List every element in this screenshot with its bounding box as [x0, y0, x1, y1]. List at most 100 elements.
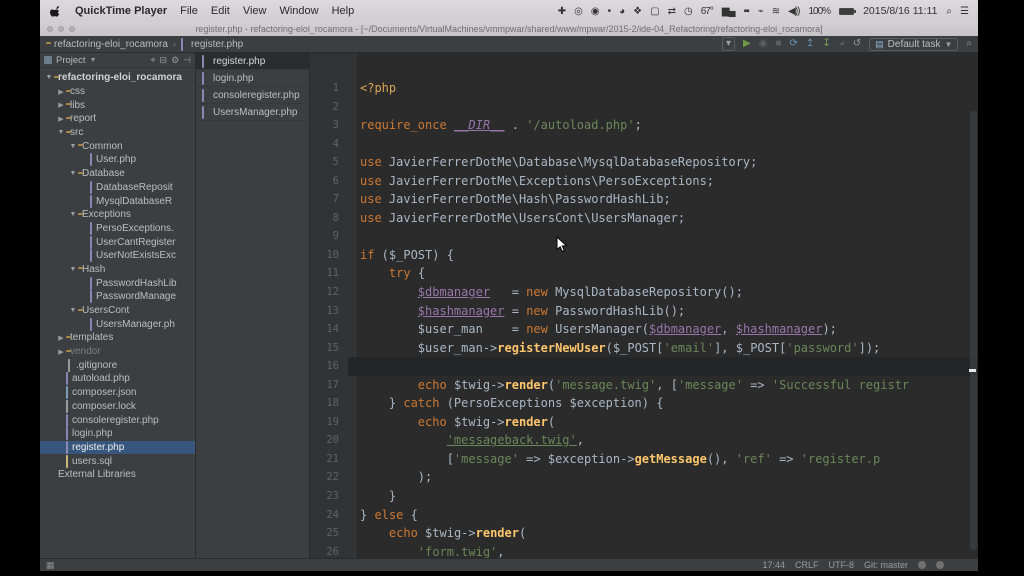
tree-item-libs[interactable]: ▶libs — [40, 98, 195, 112]
run-config-chevron[interactable]: ▾ — [722, 37, 735, 51]
tree-item-user-php[interactable]: User.php — [40, 153, 195, 167]
zoom-window-button[interactable] — [69, 26, 75, 32]
breadcrumb-register-php[interactable]: register.php — [181, 39, 243, 50]
moon-icon[interactable]: ◕ — [619, 6, 624, 17]
stop-button[interactable]: ■ — [775, 38, 781, 50]
code-area[interactable]: 1<?php23require_once __DIR__ . '/autoloa… — [310, 53, 978, 558]
tree-item-vendor[interactable]: ▶vendor — [40, 345, 195, 359]
settings-icon[interactable]: ⚙ — [171, 55, 179, 66]
tree-open-arrow-icon[interactable]: ▼ — [68, 307, 78, 314]
tree-item-common[interactable]: ▼Common — [40, 139, 195, 153]
tree-item-persoexceptions[interactable]: PersoExceptions. — [40, 222, 195, 236]
breadcrumb-refactoring-eloi-rocamora[interactable]: refactoring-eloi_rocamora — [46, 39, 168, 50]
tree-item-usernotexistsexc[interactable]: UserNotExistsExc — [40, 249, 195, 263]
apple-menu-icon[interactable] — [50, 5, 62, 18]
tree-open-arrow-icon[interactable]: ▼ — [44, 74, 54, 81]
temperature-reading[interactable]: 67° — [701, 6, 713, 17]
tree-item-templates[interactable]: ▶templates — [40, 331, 195, 345]
menu-file[interactable]: File — [180, 5, 198, 17]
tree-item-passwordmanage[interactable]: PasswordManage — [40, 290, 195, 304]
code-editor[interactable]: 1<?php23require_once __DIR__ . '/autoloa… — [310, 53, 978, 558]
undo-button[interactable]: ↺ — [853, 38, 861, 50]
tree-closed-arrow-icon[interactable]: ▶ — [56, 101, 66, 109]
tree-open-arrow-icon[interactable]: ▼ — [68, 211, 78, 218]
chevron-down-icon[interactable]: ▼ — [90, 57, 97, 64]
tree-item-gitignore[interactable]: .gitignore — [40, 358, 195, 372]
record-icon[interactable]: ◉ — [591, 6, 599, 17]
tree-item-composer-lock[interactable]: composer.lock — [40, 400, 195, 414]
tree-item-database[interactable]: ▼Database — [40, 167, 195, 181]
move-cross-icon[interactable]: ✚ — [558, 6, 565, 17]
tree-item-passwordhashlib[interactable]: PasswordHashLib — [40, 276, 195, 290]
battery-icon[interactable] — [839, 8, 854, 15]
close-window-button[interactable] — [47, 26, 53, 32]
tree-item-databasereposit[interactable]: DatabaseReposit — [40, 181, 195, 195]
menu-quicktime-player[interactable]: QuickTime Player — [75, 5, 167, 17]
tree-item-composer-json[interactable]: composer.json — [40, 386, 195, 400]
window-icon[interactable]: ▢ — [650, 6, 658, 17]
tree-open-arrow-icon[interactable]: ▼ — [56, 129, 66, 136]
menu-view[interactable]: View — [243, 5, 267, 17]
tree-item-src[interactable]: ▼src — [40, 126, 195, 140]
locate-icon[interactable]: ⌖ — [150, 55, 155, 66]
tree-item-consoleregister-php[interactable]: consoleregister.php — [40, 413, 195, 427]
project-panel-title[interactable]: Project — [56, 55, 86, 66]
power-icon[interactable]: ⌁ — [758, 6, 763, 17]
notification-center-icon[interactable]: ☰ — [960, 6, 968, 17]
tree-item-refactoring-eloi-rocamora[interactable]: ▼refactoring-eloi_rocamora — [40, 71, 195, 85]
meter-icon[interactable]: ▪▪ — [744, 6, 749, 17]
tree-item-usersmanager-ph[interactable]: UsersManager.ph — [40, 317, 195, 331]
battery-percent[interactable]: 100% — [808, 6, 830, 17]
run-button[interactable]: ▶ — [743, 38, 751, 50]
tree-closed-arrow-icon[interactable]: ▶ — [56, 348, 66, 356]
cpu-chart-icon[interactable]: ▆▄ — [722, 6, 735, 17]
tree-item-exceptions[interactable]: ▼Exceptions — [40, 208, 195, 222]
error-stripe-mark[interactable] — [969, 369, 976, 372]
tree-item-userscont[interactable]: ▼UsersCont — [40, 304, 195, 318]
search-everywhere-icon[interactable]: ⌕ — [966, 38, 972, 50]
hide-panel-icon[interactable]: ⊣ — [183, 55, 191, 66]
toolwindow-toggle-icon[interactable]: ▦ — [46, 560, 55, 571]
run-configuration-select[interactable]: ▤ Default task ▼ — [869, 38, 958, 51]
tree-item-autoload-php[interactable]: autoload.php — [40, 372, 195, 386]
vcs-commit-down-button[interactable]: ↧ — [822, 38, 830, 50]
encoding[interactable]: UTF-8 — [828, 560, 854, 570]
vcs-branch[interactable]: Git: master — [864, 560, 908, 570]
tree-item-login-php[interactable]: login.php — [40, 427, 195, 441]
menu-clock[interactable]: 2015/8/16 11:11 — [863, 5, 937, 17]
tab-register-php[interactable]: register.php — [196, 53, 309, 70]
tree-closed-arrow-icon[interactable]: ▶ — [56, 115, 66, 123]
vcs-commit-up-button[interactable]: ↥ — [806, 38, 814, 50]
lock-icon[interactable] — [918, 561, 926, 569]
target-icon[interactable]: ◎ — [574, 6, 582, 17]
editor-scrollbar[interactable] — [970, 111, 977, 550]
tab-login-php[interactable]: login.php — [196, 70, 309, 87]
menu-window[interactable]: Window — [279, 5, 318, 17]
minimize-window-button[interactable] — [58, 26, 64, 32]
line-separator[interactable]: CRLF — [795, 560, 819, 570]
tree-item-report[interactable]: ▶report — [40, 112, 195, 126]
spotlight-icon[interactable]: ⌕ — [946, 6, 951, 17]
wifi-icon[interactable]: ≋ — [772, 6, 779, 17]
menu-edit[interactable]: Edit — [211, 5, 230, 17]
tree-item-css[interactable]: ▶css — [40, 85, 195, 99]
tree-open-arrow-icon[interactable]: ▼ — [68, 266, 78, 273]
tree-closed-arrow-icon[interactable]: ▶ — [56, 88, 66, 96]
dot-icon[interactable]: • — [608, 6, 611, 17]
tree-item-hash[interactable]: ▼Hash — [40, 263, 195, 277]
collapse-all-icon[interactable]: ⊟ — [160, 55, 168, 66]
tab-consoleregister-php[interactable]: consoleregister.php — [196, 87, 309, 104]
caret-position[interactable]: 17:44 — [762, 560, 785, 570]
menu-help[interactable]: Help — [332, 5, 355, 17]
tree-item-mysqldatabaser[interactable]: MysqlDatabaseR — [40, 194, 195, 208]
tab-usersmanager-php[interactable]: UsersManager.php — [196, 104, 309, 121]
time-machine-icon[interactable]: ◷ — [684, 6, 692, 17]
volume-icon[interactable]: ◀)) — [788, 6, 799, 17]
swap-icon[interactable]: ⇄ — [668, 6, 675, 17]
tree-item-usercantregister[interactable]: UserCantRegister — [40, 235, 195, 249]
tree-item-register-php[interactable]: register.php — [40, 441, 195, 455]
tree-open-arrow-icon[interactable]: ▼ — [68, 143, 78, 150]
debug-button[interactable]: ◉ — [759, 38, 768, 50]
tree-open-arrow-icon[interactable]: ▼ — [68, 170, 78, 177]
window-title-bar[interactable]: register.php - refactoring-eloi_rocamora… — [40, 22, 978, 36]
